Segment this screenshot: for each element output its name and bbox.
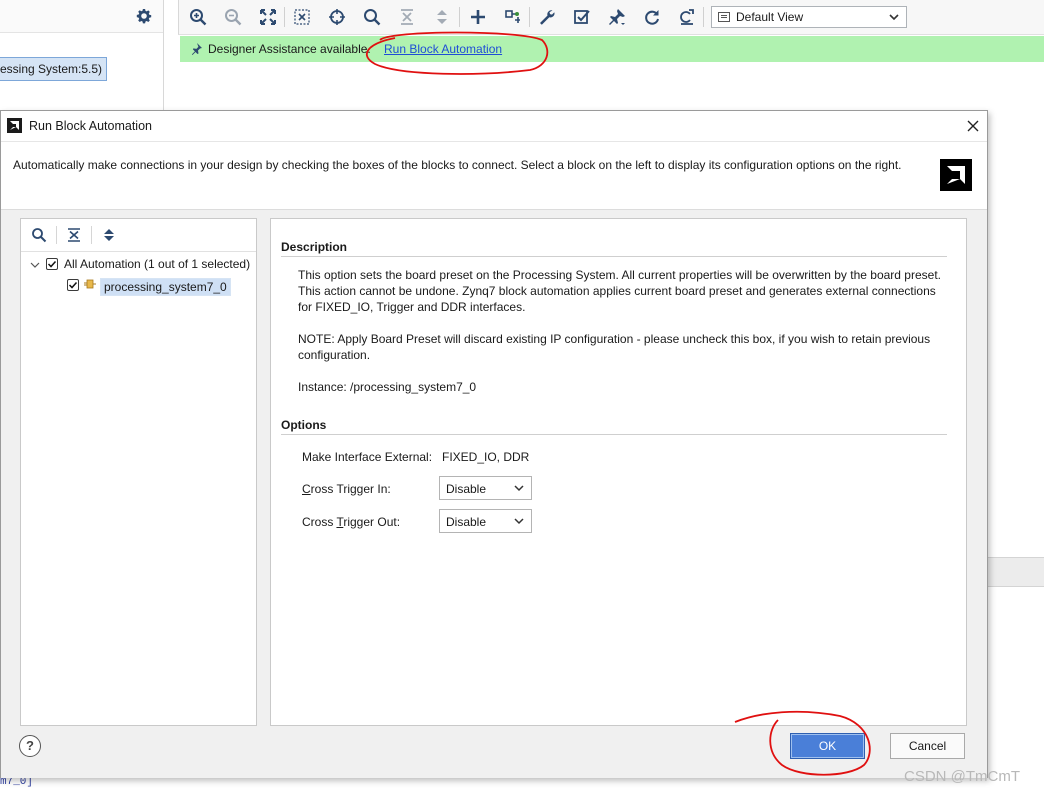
expand-all-icon[interactable] — [101, 227, 117, 243]
run-block-automation-dialog: Run Block Automation Automatically make … — [0, 110, 988, 778]
diagram-toolbar: Default View — [178, 0, 1044, 35]
label-text: Cross — [302, 515, 337, 529]
view-select[interactable]: Default View — [711, 6, 907, 28]
connect-icon[interactable] — [503, 7, 523, 27]
dialog-header: Automatically make connections in your d… — [1, 141, 987, 210]
close-icon[interactable] — [963, 116, 983, 136]
dialog-titlebar[interactable]: Run Block Automation — [1, 111, 987, 141]
automation-tree-panel: All Automation (1 out of 1 selected) pro… — [20, 218, 257, 726]
cross-trigger-out-select[interactable]: Disable — [439, 509, 532, 533]
search-icon[interactable] — [31, 227, 47, 243]
designer-assistance-bar: Designer Assistance available. Run Block… — [180, 36, 1044, 62]
amd-logo-icon — [940, 159, 972, 191]
tree-toolbar — [21, 219, 256, 252]
background-row — [988, 557, 1044, 587]
cancel-button[interactable]: Cancel — [890, 733, 965, 759]
help-button[interactable]: ? — [19, 735, 41, 757]
add-icon[interactable] — [468, 7, 488, 27]
fit-selection-icon[interactable] — [292, 7, 312, 27]
options-heading: Options — [281, 418, 327, 432]
dialog-description: Automatically make connections in your d… — [13, 158, 902, 172]
cross-trigger-in-select[interactable]: Disable — [439, 476, 532, 500]
validate-icon[interactable] — [572, 7, 592, 27]
view-select-value: Default View — [736, 10, 804, 24]
all-automation-checkbox[interactable] — [46, 258, 58, 270]
note-paragraph: NOTE: Apply Board Preset will discard ex… — [298, 332, 931, 362]
assistance-text: Designer Assistance available. — [208, 42, 371, 56]
search-icon[interactable] — [362, 7, 382, 27]
cross-trigger-in-label: Cross Trigger In: — [302, 482, 391, 496]
instance-text: Instance: /processing_system7_0 — [298, 380, 477, 394]
view-icon — [718, 12, 730, 22]
configuration-panel: Description This option sets the board p… — [270, 218, 967, 726]
chevron-down-icon — [513, 515, 525, 527]
zoom-out-icon[interactable] — [223, 7, 243, 27]
cross-trigger-out-value: Disable — [446, 515, 487, 529]
left-panel-selected-item[interactable]: essing System:5.5) — [0, 57, 108, 81]
divider — [281, 256, 947, 257]
ip-block-icon — [84, 278, 96, 290]
target-icon[interactable] — [327, 7, 347, 27]
make-interface-external-value: FIXED_IO, DDR — [442, 450, 530, 464]
zoom-in-icon[interactable] — [188, 7, 208, 27]
ok-button[interactable]: OK — [790, 733, 865, 759]
all-automation-label[interactable]: All Automation (1 out of 1 selected) — [64, 257, 250, 271]
cross-trigger-in-value: Disable — [446, 482, 487, 496]
processing-system-label[interactable]: processing_system7_0 — [100, 278, 231, 296]
wrench-icon[interactable] — [537, 7, 557, 27]
pin-icon[interactable] — [607, 7, 627, 27]
cross-trigger-out-label: Cross Trigger Out: — [302, 515, 400, 529]
label-text: rigger Out: — [343, 515, 401, 529]
gear-icon[interactable] — [136, 8, 152, 24]
dialog-title: Run Block Automation — [29, 119, 152, 133]
chevron-down-icon[interactable] — [30, 259, 40, 269]
background-right-panel — [988, 540, 1044, 620]
fit-icon[interactable] — [258, 7, 278, 27]
watermark: CSDN @TmCmT — [904, 768, 1021, 785]
mnemonic: C — [302, 482, 311, 496]
app-logo-icon — [7, 118, 22, 133]
pin-icon — [191, 42, 203, 56]
chevron-down-icon — [513, 482, 525, 494]
processing-system-checkbox[interactable] — [67, 279, 79, 291]
chevron-down-icon — [888, 10, 900, 24]
dialog-body: All Automation (1 out of 1 selected) pro… — [1, 209, 987, 778]
refresh-icon[interactable] — [642, 7, 662, 27]
divider — [281, 434, 947, 435]
label-text: ross Trigger In: — [310, 482, 391, 496]
description-heading: Description — [281, 240, 348, 254]
collapse-all-icon[interactable] — [66, 227, 82, 243]
regenerate-icon[interactable] — [677, 7, 697, 27]
expand-all-icon[interactable] — [432, 7, 452, 27]
collapse-all-icon[interactable] — [397, 7, 417, 27]
run-block-automation-link[interactable]: Run Block Automation — [384, 42, 502, 56]
make-interface-external-label: Make Interface External: — [302, 450, 433, 464]
description-paragraph: This option sets the board preset on the… — [298, 268, 941, 314]
